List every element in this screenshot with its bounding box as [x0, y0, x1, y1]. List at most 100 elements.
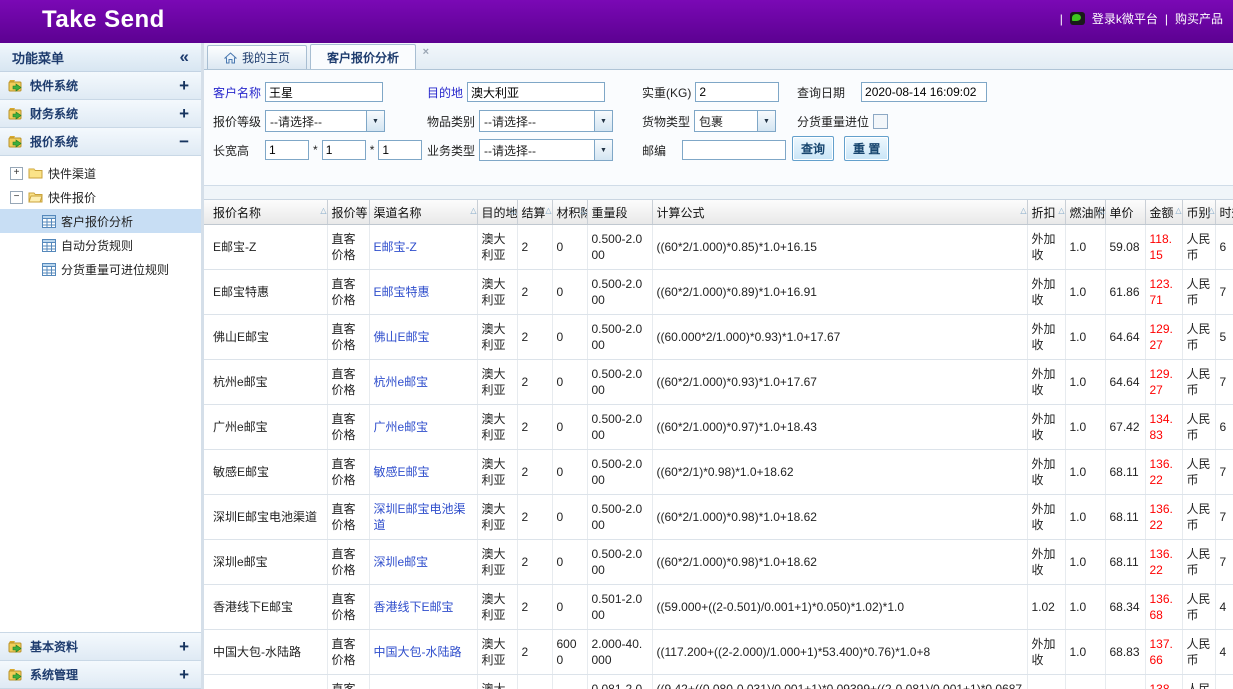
- column-header-2[interactable]: 渠道名称△: [369, 200, 477, 225]
- collapse-sidebar-icon[interactable]: «: [180, 47, 189, 67]
- quote-level-cell: 直客价格: [327, 450, 369, 495]
- search-button[interactable]: 查询: [792, 136, 834, 161]
- channel-link-cell[interactable]: 中国大包-水陆路: [369, 630, 477, 675]
- width-input[interactable]: [322, 140, 366, 160]
- column-header-7[interactable]: 计算公式△: [652, 200, 1027, 225]
- channel-link[interactable]: 深圳E邮宝电池渠道: [374, 502, 466, 532]
- tab-customer-quote-analysis[interactable]: 客户报价分析 ×: [310, 44, 416, 69]
- quote-name-cell: E邮宝-Z: [204, 225, 327, 270]
- channel-link-cell[interactable]: 广州e邮宝: [369, 405, 477, 450]
- column-header-5[interactable]: 材积除△: [552, 200, 587, 225]
- dropdown-arrow-icon[interactable]: ▼: [757, 111, 775, 131]
- expand-icon[interactable]: +: [179, 76, 189, 96]
- channel-link-cell[interactable]: 佛山平邮: [369, 675, 477, 689]
- expand-icon[interactable]: +: [179, 104, 189, 124]
- sort-icon[interactable]: △: [1058, 206, 1064, 215]
- actual-weight-input[interactable]: [695, 82, 779, 102]
- login-link[interactable]: 登录k微平台: [1092, 10, 1158, 27]
- column-header-11[interactable]: 金额△: [1145, 200, 1182, 225]
- column-header-6[interactable]: 重量段: [587, 200, 652, 225]
- customer-name-input[interactable]: [265, 82, 383, 102]
- column-header-13[interactable]: 时效: [1215, 200, 1233, 225]
- tree-leaf-split-weight-carry-rules[interactable]: 分货重量可进位规则: [0, 257, 201, 281]
- postcode-input[interactable]: [682, 140, 786, 160]
- length-input[interactable]: [265, 140, 309, 160]
- expand-icon[interactable]: +: [179, 637, 189, 657]
- table-row: E邮宝-Z直客价格E邮宝-Z澳大利亚200.500-2.000((60*2/1.…: [204, 225, 1233, 270]
- dropdown-arrow-icon[interactable]: ▼: [594, 140, 612, 160]
- split-weight-carry-checkbox[interactable]: [873, 114, 888, 129]
- channel-link-cell[interactable]: 杭州e邮宝: [369, 360, 477, 405]
- column-header-3[interactable]: 目的地△: [477, 200, 517, 225]
- column-header-10[interactable]: 单价: [1105, 200, 1145, 225]
- expand-icon[interactable]: +: [179, 665, 189, 685]
- item-category-select[interactable]: --请选择-- ▼: [479, 110, 613, 132]
- column-header-1[interactable]: 报价等: [327, 200, 369, 225]
- customer-name-label: 客户名称: [213, 84, 261, 101]
- unit-price-cell: 64.64: [1105, 315, 1145, 360]
- column-header-9[interactable]: 燃油附加△: [1065, 200, 1105, 225]
- sort-icon[interactable]: △: [545, 206, 551, 215]
- sort-icon[interactable]: △: [1208, 206, 1214, 215]
- sidebar-section-express-system[interactable]: 快件系统 +: [0, 72, 201, 100]
- height-input[interactable]: [378, 140, 422, 160]
- cargo-type-select[interactable]: 包裹 ▼: [694, 110, 776, 132]
- dropdown-arrow-icon[interactable]: ▼: [594, 111, 612, 131]
- column-header-8[interactable]: 折扣△: [1027, 200, 1065, 225]
- table-row: 敏感E邮宝直客价格敏感E邮宝澳大利亚200.500-2.000((60*2/1)…: [204, 450, 1233, 495]
- buy-product-link[interactable]: 购买产品: [1175, 10, 1223, 27]
- reset-button[interactable]: 重 置: [844, 136, 889, 161]
- column-header-0[interactable]: 报价名称△: [204, 200, 327, 225]
- channel-link-cell[interactable]: E邮宝特惠: [369, 270, 477, 315]
- channel-link[interactable]: 深圳e邮宝: [374, 555, 429, 569]
- sidebar-section-quote-system[interactable]: 报价系统 −: [0, 128, 201, 156]
- channel-link[interactable]: 敏感E邮宝: [374, 465, 430, 479]
- channel-link[interactable]: E邮宝特惠: [374, 285, 430, 299]
- currency-cell: 人民币: [1182, 630, 1215, 675]
- channel-link-cell[interactable]: 敏感E邮宝: [369, 450, 477, 495]
- column-label: 结算: [522, 206, 546, 220]
- channel-link-cell[interactable]: 深圳e邮宝: [369, 540, 477, 585]
- sort-icon[interactable]: △: [1175, 206, 1181, 215]
- channel-link-cell[interactable]: 佛山E邮宝: [369, 315, 477, 360]
- sort-icon[interactable]: △: [510, 206, 516, 215]
- sort-icon[interactable]: △: [1098, 206, 1104, 215]
- column-header-12[interactable]: 币别△: [1182, 200, 1215, 225]
- sidebar-section-system-management[interactable]: 系统管理 +: [0, 661, 201, 689]
- close-tab-icon[interactable]: ×: [423, 46, 429, 58]
- channel-link-cell[interactable]: E邮宝-Z: [369, 225, 477, 270]
- tab-home[interactable]: 我的主页: [207, 45, 307, 69]
- channel-link[interactable]: 中国大包-水陆路: [374, 645, 462, 659]
- channel-link[interactable]: 香港线下E邮宝: [374, 600, 454, 614]
- wechat-icon: [1070, 12, 1085, 25]
- sort-icon[interactable]: △: [1020, 206, 1026, 215]
- tree-node-express-quote[interactable]: − 快件报价: [0, 185, 201, 209]
- column-label: 报价等: [332, 206, 368, 220]
- channel-link[interactable]: 佛山E邮宝: [374, 330, 430, 344]
- tree-node-express-channel[interactable]: + 快件渠道: [0, 161, 201, 185]
- sort-icon[interactable]: △: [320, 206, 326, 215]
- tree-leaf-auto-split-rules[interactable]: 自动分货规则: [0, 233, 201, 257]
- sidebar-section-basic-data[interactable]: 基本资料 +: [0, 632, 201, 661]
- channel-link-cell[interactable]: 香港线下E邮宝: [369, 585, 477, 630]
- tree-expand-icon[interactable]: +: [10, 167, 23, 180]
- query-date-input[interactable]: [861, 82, 987, 102]
- collapse-icon[interactable]: −: [179, 132, 189, 152]
- quote-level-select[interactable]: --请选择-- ▼: [265, 110, 385, 132]
- channel-link[interactable]: E邮宝-Z: [374, 240, 417, 254]
- tree-leaf-customer-quote-analysis[interactable]: 客户报价分析: [0, 209, 201, 233]
- sort-icon[interactable]: △: [580, 206, 586, 215]
- sidebar-section-finance-system[interactable]: 财务系统 +: [0, 100, 201, 128]
- column-header-4[interactable]: 结算△: [517, 200, 552, 225]
- sort-icon[interactable]: △: [470, 206, 476, 215]
- amount-cell: 129.27: [1145, 315, 1182, 360]
- channel-link[interactable]: 杭州e邮宝: [374, 375, 429, 389]
- destination-input[interactable]: [467, 82, 605, 102]
- dropdown-arrow-icon[interactable]: ▼: [366, 111, 384, 131]
- tree-collapse-icon[interactable]: −: [10, 191, 23, 204]
- aging-cell: 7: [1215, 450, 1233, 495]
- actual-weight-label: 实重(KG): [642, 84, 691, 101]
- business-type-select[interactable]: --请选择-- ▼: [479, 139, 613, 161]
- channel-link[interactable]: 广州e邮宝: [374, 420, 429, 434]
- channel-link-cell[interactable]: 深圳E邮宝电池渠道: [369, 495, 477, 540]
